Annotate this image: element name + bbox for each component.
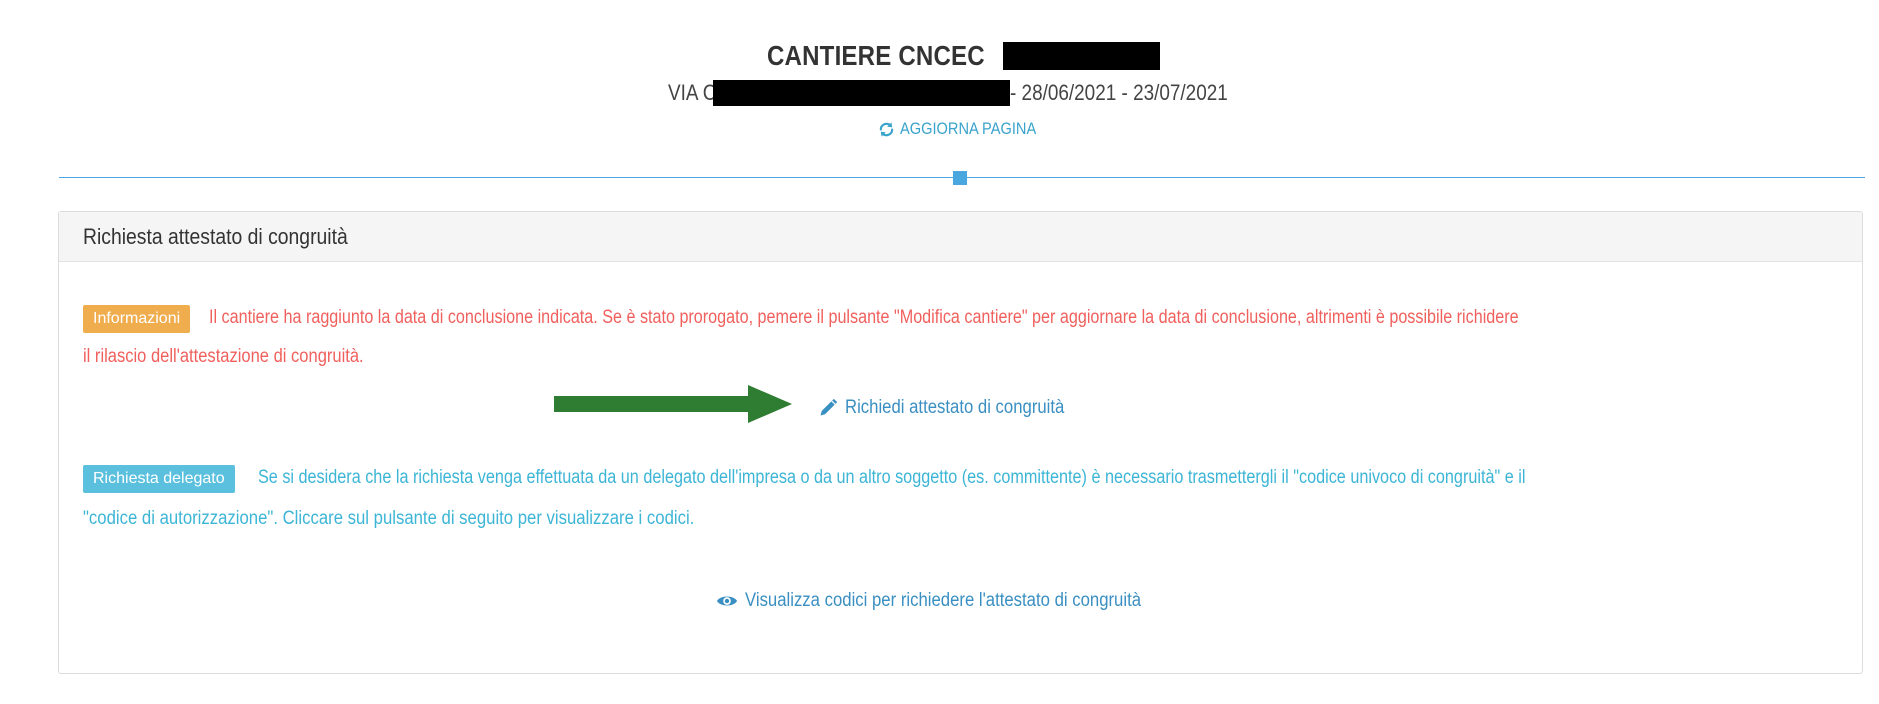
view-codes-link[interactable]: Visualizza codici per richiedere l'attes…: [716, 590, 1195, 612]
info-badge: Informazioni: [83, 305, 191, 333]
info-message: Informazioni Il cantiere ha raggiunto la…: [83, 301, 1750, 335]
redaction-block: [1003, 42, 1160, 70]
request-attestation-link[interactable]: Richiedi attestato di congruità: [818, 397, 1094, 419]
delegate-text-line2: "codice di autorizzazione". Cliccare sul…: [83, 508, 695, 529]
refresh-page-label: AGGIORNA PAGINA: [900, 119, 1037, 138]
panel-title: Richiesta attestato di congruità: [83, 223, 348, 249]
info-text-line2: il rilascio dell'attestazione di congrui…: [83, 346, 364, 367]
request-attestation-label: Richiedi attestato di congruità: [845, 397, 1065, 418]
site-address: VIA C: [668, 80, 717, 105]
delegate-message-cont: "codice di autorizzazione". Cliccare sul…: [83, 502, 778, 536]
info-message-cont: il rilascio dell'attestazione di congrui…: [83, 340, 406, 374]
panel-header: Richiesta attestato di congruità: [59, 212, 1862, 262]
eye-icon: [716, 596, 738, 606]
page-title: CANTIERE CNCEC: [767, 40, 985, 71]
redaction-block: [713, 80, 1010, 106]
divider-marker: [953, 171, 967, 185]
site-dates: - 28/06/2021 - 23/07/2021: [1010, 80, 1228, 105]
view-codes-label: Visualizza codici per richiedere l'attes…: [745, 590, 1142, 611]
refresh-icon: [879, 121, 894, 137]
refresh-page-link[interactable]: AGGIORNA PAGINA: [878, 117, 1058, 141]
info-text-line1: Il cantiere ha raggiunto la data di conc…: [209, 307, 1520, 328]
arrow-right-icon: [554, 385, 792, 423]
delegate-badge: Richiesta delegato: [83, 465, 235, 493]
page-title-row: CANTIERE CNCEC: [0, 40, 1879, 74]
delegate-text-line1: Se si desidera che la richiesta venga ef…: [257, 467, 1526, 488]
pencil-icon: [820, 398, 838, 416]
delegate-message: Richiesta delegato Se si desidera che la…: [83, 461, 1744, 495]
